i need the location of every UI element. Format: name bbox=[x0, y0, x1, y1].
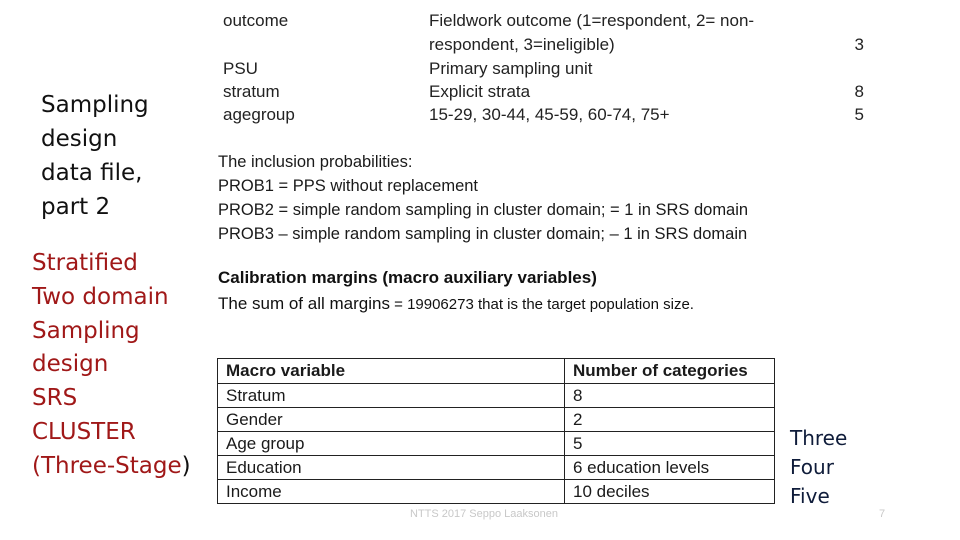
macro-variable-table: Macro variable Number of categories Stra… bbox=[217, 358, 775, 504]
macro-variable-cell: Gender bbox=[217, 407, 565, 432]
design-line: Sampling bbox=[32, 317, 140, 344]
categories-cell: 6 education levels bbox=[564, 455, 775, 480]
stage-item: Four bbox=[790, 455, 834, 479]
calibration-sum-line: The sum of all margins = 19906273 that i… bbox=[218, 291, 694, 318]
variable-count: 3 bbox=[854, 35, 864, 54]
categories-cell: 5 bbox=[564, 431, 775, 456]
design-line: Stratified bbox=[32, 250, 138, 276]
table-row: Income 10 deciles bbox=[217, 479, 775, 504]
variable-description-cont: respondent, 3=ineligible) bbox=[429, 35, 615, 54]
stage-item: Three bbox=[790, 426, 848, 450]
stage-item: Five bbox=[790, 484, 830, 508]
calibration-section: Calibration margins (macro auxiliary var… bbox=[218, 265, 694, 318]
header-macro-variable: Macro variable bbox=[217, 358, 565, 384]
table-header-row: Macro variable Number of categories bbox=[217, 358, 775, 384]
variable-name: stratum bbox=[223, 82, 280, 101]
variable-description: Fieldwork outcome (1=respondent, 2= non- bbox=[429, 11, 755, 30]
probabilities-heading: The inclusion probabilities: bbox=[218, 153, 413, 171]
sidebar-title-line: design bbox=[41, 126, 118, 152]
categories-cell: 2 bbox=[564, 407, 775, 432]
design-line: SRS bbox=[32, 385, 78, 412]
table-row: Age group 5 bbox=[217, 431, 775, 456]
inclusion-probabilities: The inclusion probabilities: PROB1 = PPS… bbox=[218, 150, 748, 246]
slide-number: 7 bbox=[879, 508, 886, 520]
probability-line: PROB1 = PPS without replacement bbox=[218, 177, 479, 195]
header-number-of-categories: Number of categories bbox=[564, 358, 775, 384]
closing-paren: ) bbox=[181, 452, 191, 479]
macro-variable-cell: Education bbox=[217, 455, 565, 480]
macro-variable-cell: Age group bbox=[217, 431, 565, 456]
probability-line: PROB3 – simple random sampling in cluste… bbox=[218, 225, 748, 243]
calibration-heading: Calibration margins (macro auxiliary var… bbox=[218, 268, 597, 287]
sampling-design-description: Stratified Two domain Sampling design SR… bbox=[32, 247, 191, 484]
design-line: CLUSTER bbox=[32, 418, 136, 445]
table-row: Stratum 8 bbox=[217, 383, 775, 408]
sidebar-title-line: data file, bbox=[41, 160, 143, 186]
stage-list: Three Four Five bbox=[790, 424, 847, 511]
variable-description: Explicit strata bbox=[429, 82, 531, 101]
slide-footer: NTTS 2017 Seppo Laaksonen bbox=[410, 508, 558, 520]
table-row: Education 6 education levels bbox=[217, 455, 775, 480]
table-row: Gender 2 bbox=[217, 407, 775, 432]
sum-equals: = bbox=[389, 296, 408, 313]
probability-line: PROB2 = simple random sampling in cluste… bbox=[218, 201, 749, 219]
design-line: Two domain bbox=[32, 283, 169, 310]
sidebar-title-line: part 2 bbox=[41, 194, 111, 220]
macro-variable-cell: Income bbox=[217, 479, 565, 504]
variable-description: 15-29, 30-44, 45-59, 60-74, 75+ bbox=[429, 105, 670, 124]
sidebar-title-line: Sampling bbox=[41, 92, 149, 118]
design-line-last: (Three-Stage) bbox=[32, 450, 191, 484]
design-line-text: (Three-Stage bbox=[32, 452, 182, 479]
variable-count: 8 bbox=[854, 82, 864, 101]
macro-variable-cell: Stratum bbox=[217, 383, 565, 408]
variable-description: Primary sampling unit bbox=[429, 59, 593, 78]
variable-name: agegroup bbox=[223, 105, 295, 124]
categories-cell: 8 bbox=[564, 383, 775, 408]
sum-prefix: The sum of all margins bbox=[218, 294, 390, 313]
sum-suffix: that is the target population size. bbox=[473, 296, 694, 313]
categories-cell: 10 deciles bbox=[564, 479, 775, 504]
sum-value: 19906273 bbox=[407, 296, 474, 313]
sidebar-title: Sampling design data file, part 2 bbox=[41, 88, 149, 224]
design-line: design bbox=[32, 351, 109, 378]
variable-name: outcome bbox=[223, 11, 289, 30]
variable-count: 5 bbox=[854, 105, 864, 124]
variable-name: PSU bbox=[223, 59, 258, 78]
